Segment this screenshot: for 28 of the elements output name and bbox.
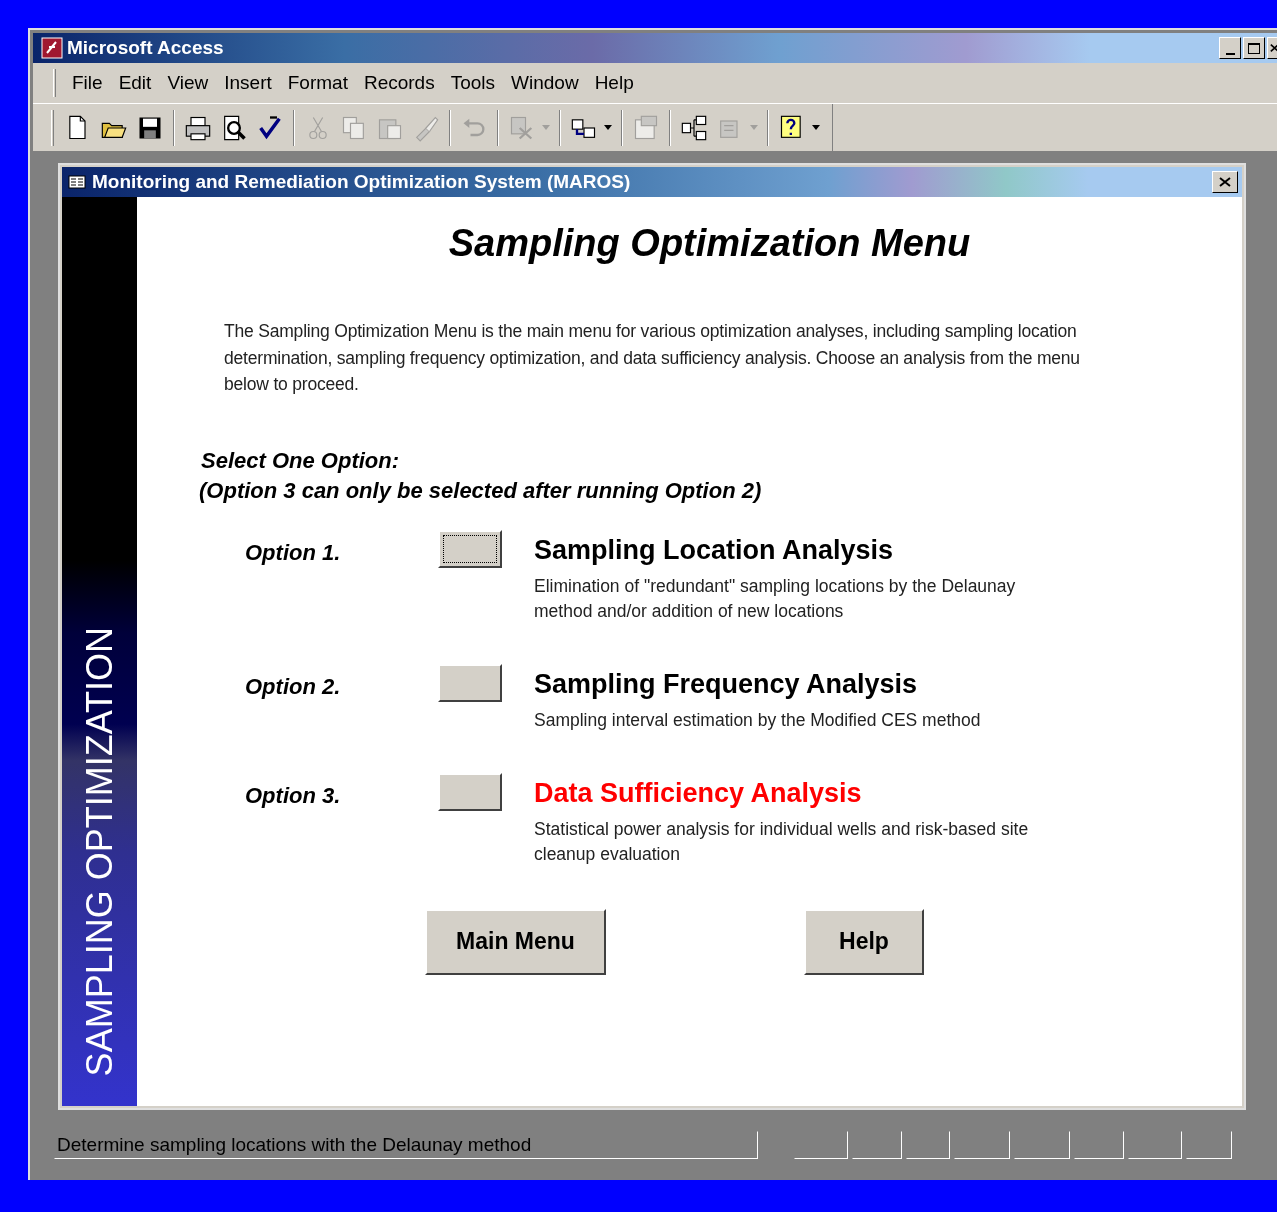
menu-item[interactable]: Window bbox=[505, 68, 585, 98]
option-label: Option 2. bbox=[245, 672, 342, 701]
form-title: Monitoring and Remediation Optimization System (MAROS) bbox=[92, 169, 631, 194]
menu-item[interactable]: Tools bbox=[444, 68, 502, 98]
option-title: Sampling Frequency Analysis bbox=[534, 667, 919, 701]
help-button[interactable]: Help bbox=[804, 908, 924, 975]
window-title: Microsoft Access bbox=[67, 35, 224, 60]
prompt-text: (Option 3 can only be selected after running Option 2) bbox=[199, 476, 763, 505]
main-menu-button[interactable]: Main Menu bbox=[425, 908, 606, 975]
option-description: Sampling interval estimation by the Modified CES method bbox=[534, 708, 982, 732]
menu-item[interactable]: Help bbox=[588, 68, 640, 98]
option-title: Data Sufficiency Analysis bbox=[534, 776, 863, 810]
status-text: Determine sampling locations with the Delaunay method bbox=[54, 1131, 758, 1159]
menu-item[interactable]: Records bbox=[357, 68, 441, 98]
option-description: Statistical power analysis for individual wells and risk-based site cleanup evaluation bbox=[534, 817, 1030, 866]
menu-item[interactable]: Edit bbox=[112, 68, 158, 98]
menu-item[interactable]: File bbox=[66, 68, 109, 98]
option-label: Option 1. bbox=[245, 538, 342, 567]
menu-item[interactable]: Format bbox=[281, 68, 354, 98]
form-heading: Sampling Optimization Menu bbox=[447, 221, 972, 266]
option-description: Elimination of "redundant" sampling locations by the Delaunay method and/or addition of new locations bbox=[534, 574, 1017, 623]
menu-item[interactable]: Insert bbox=[218, 68, 278, 98]
option-title: Sampling Location Analysis bbox=[534, 533, 895, 567]
option-label: Option 3. bbox=[245, 781, 342, 810]
prompt-text: Select One Option: bbox=[201, 446, 401, 475]
intro-paragraph: The Sampling Optimization Menu is the main menu for various optimization analyses, including sampling location determination, sampling frequency optimization, and data sufficiency analysis. Choose an analysis from the menu below to proceed. bbox=[224, 320, 1081, 396]
menu-item[interactable]: View bbox=[161, 68, 215, 98]
sidebar-label: SAMPLING OPTIMIZATION bbox=[81, 626, 118, 1076]
